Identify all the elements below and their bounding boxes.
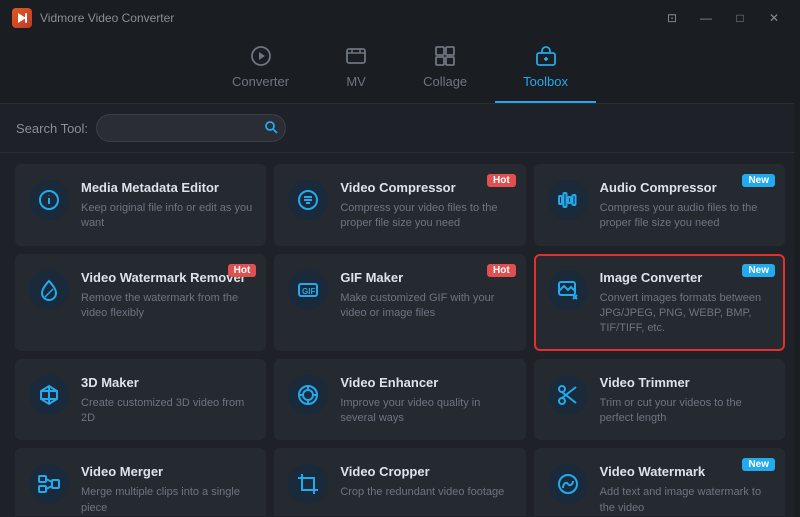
tool-desc-video-merger: Merge multiple clips into a single piece: [81, 485, 252, 516]
tool-info-video-cropper: Video Cropper Crop the redundant video f…: [340, 464, 511, 500]
tool-card-video-cropper[interactable]: Video Cropper Crop the redundant video f…: [274, 448, 525, 516]
resize-handle: [794, 0, 800, 517]
tool-card-audio-compressor[interactable]: Audio Compressor Compress your audio fil…: [534, 164, 785, 246]
app-title: Vidmore Video Converter: [40, 11, 174, 25]
svg-text:GIF: GIF: [302, 287, 315, 296]
nav-bar: Converter MV Collage: [0, 36, 800, 104]
title-bar: Vidmore Video Converter ⊡ — □ ✕: [0, 0, 800, 36]
badge-image-converter: New: [742, 264, 775, 277]
icon-wrap-video-watermark: [548, 464, 588, 504]
tool-card-media-metadata-editor[interactable]: Media Metadata Editor Keep original file…: [15, 164, 266, 246]
title-bar-left: Vidmore Video Converter: [12, 8, 174, 28]
icon-wrap-audio-compressor: [548, 180, 588, 220]
converter-icon: [250, 45, 272, 70]
tab-toolbox-label: Toolbox: [523, 74, 568, 89]
tool-card-video-trimmer[interactable]: Video Trimmer Trim or cut your videos to…: [534, 359, 785, 441]
badge-video-watermark-remover: Hot: [228, 264, 257, 277]
icon-wrap-video-enhancer: [288, 375, 328, 415]
search-input-wrap: [96, 114, 286, 142]
tool-name-video-enhancer: Video Enhancer: [340, 375, 511, 392]
tool-info-video-enhancer: Video Enhancer Improve your video qualit…: [340, 375, 511, 427]
tool-desc-video-enhancer: Improve your video quality in several wa…: [340, 396, 511, 427]
tool-name-video-compressor: Video Compressor: [340, 180, 511, 197]
tab-toolbox[interactable]: Toolbox: [495, 37, 596, 103]
icon-wrap-video-trimmer: [548, 375, 588, 415]
tool-name-media-metadata-editor: Media Metadata Editor: [81, 180, 252, 197]
icon-wrap-video-cropper: [288, 464, 328, 504]
icon-wrap-video-merger: [29, 464, 69, 504]
tool-desc-media-metadata-editor: Keep original file info or edit as you w…: [81, 201, 252, 232]
tool-card-video-watermark-remover[interactable]: Video Watermark Remover Remove the water…: [15, 254, 266, 351]
tab-converter-label: Converter: [232, 74, 289, 89]
badge-video-watermark: New: [742, 458, 775, 471]
badge-audio-compressor: New: [742, 174, 775, 187]
tool-desc-video-compressor: Compress your video files to the proper …: [340, 201, 511, 232]
collage-icon: [434, 45, 456, 70]
tool-desc-image-converter: Convert images formats between JPG/JPEG,…: [600, 291, 771, 337]
tool-info-media-metadata-editor: Media Metadata Editor Keep original file…: [81, 180, 252, 232]
tool-desc-video-watermark: Add text and image watermark to the vide…: [600, 485, 771, 516]
app-icon: [12, 8, 32, 28]
tab-mv[interactable]: MV: [317, 37, 395, 103]
tool-info-video-merger: Video Merger Merge multiple clips into a…: [81, 464, 252, 516]
tools-grid: Media Metadata Editor Keep original file…: [0, 153, 800, 516]
icon-wrap-gif-maker: GIF: [288, 270, 328, 310]
tool-name-video-merger: Video Merger: [81, 464, 252, 481]
search-bar: Search Tool:: [0, 104, 800, 153]
maximize-button[interactable]: □: [726, 8, 754, 28]
tool-info-video-watermark: Video Watermark Add text and image water…: [600, 464, 771, 516]
tool-card-video-watermark[interactable]: Video Watermark Add text and image water…: [534, 448, 785, 516]
tool-info-video-compressor: Video Compressor Compress your video fil…: [340, 180, 511, 232]
tool-desc-audio-compressor: Compress your audio files to the proper …: [600, 201, 771, 232]
tool-info-3d-maker: 3D Maker Create customized 3D video from…: [81, 375, 252, 427]
tool-info-video-watermark-remover: Video Watermark Remover Remove the water…: [81, 270, 252, 322]
minimize-button[interactable]: —: [692, 8, 720, 28]
search-button[interactable]: [264, 120, 278, 137]
tool-name-video-cropper: Video Cropper: [340, 464, 511, 481]
tool-info-audio-compressor: Audio Compressor Compress your audio fil…: [600, 180, 771, 232]
tab-converter[interactable]: Converter: [204, 37, 317, 103]
tool-info-gif-maker: GIF Maker Make customized GIF with your …: [340, 270, 511, 322]
tool-card-image-converter[interactable]: Image Converter Convert images formats b…: [534, 254, 785, 351]
tool-name-gif-maker: GIF Maker: [340, 270, 511, 287]
icon-wrap-3d-maker: [29, 375, 69, 415]
tool-card-3d-maker[interactable]: 3D Maker Create customized 3D video from…: [15, 359, 266, 441]
icon-wrap-video-compressor: [288, 180, 328, 220]
tab-collage-label: Collage: [423, 74, 467, 89]
tool-card-gif-maker[interactable]: GIF GIF Maker Make customized GIF with y…: [274, 254, 525, 351]
tool-name-3d-maker: 3D Maker: [81, 375, 252, 392]
tool-info-video-trimmer: Video Trimmer Trim or cut your videos to…: [600, 375, 771, 427]
caption-button[interactable]: ⊡: [658, 8, 686, 28]
close-button[interactable]: ✕: [760, 8, 788, 28]
tool-card-video-enhancer[interactable]: Video Enhancer Improve your video qualit…: [274, 359, 525, 441]
tool-desc-gif-maker: Make customized GIF with your video or i…: [340, 291, 511, 322]
icon-wrap-image-converter: [548, 270, 588, 310]
icon-wrap-video-watermark-remover: [29, 270, 69, 310]
toolbox-icon: [535, 45, 557, 70]
tool-desc-3d-maker: Create customized 3D video from 2D: [81, 396, 252, 427]
tool-name-video-trimmer: Video Trimmer: [600, 375, 771, 392]
tool-desc-video-trimmer: Trim or cut your videos to the perfect l…: [600, 396, 771, 427]
tool-name-video-watermark-remover: Video Watermark Remover: [81, 270, 252, 287]
tool-card-video-merger[interactable]: Video Merger Merge multiple clips into a…: [15, 448, 266, 516]
search-label: Search Tool:: [16, 121, 88, 136]
tool-desc-video-cropper: Crop the redundant video footage: [340, 485, 511, 500]
badge-gif-maker: Hot: [487, 264, 516, 277]
tool-desc-video-watermark-remover: Remove the watermark from the video flex…: [81, 291, 252, 322]
tool-card-video-compressor[interactable]: Video Compressor Compress your video fil…: [274, 164, 525, 246]
search-input[interactable]: [96, 114, 286, 142]
window-controls: ⊡ — □ ✕: [658, 8, 788, 28]
icon-wrap-media-metadata-editor: [29, 180, 69, 220]
mv-icon: [345, 45, 367, 70]
tab-mv-label: MV: [346, 74, 366, 89]
tool-info-image-converter: Image Converter Convert images formats b…: [600, 270, 771, 337]
badge-video-compressor: Hot: [487, 174, 516, 187]
tab-collage[interactable]: Collage: [395, 37, 495, 103]
